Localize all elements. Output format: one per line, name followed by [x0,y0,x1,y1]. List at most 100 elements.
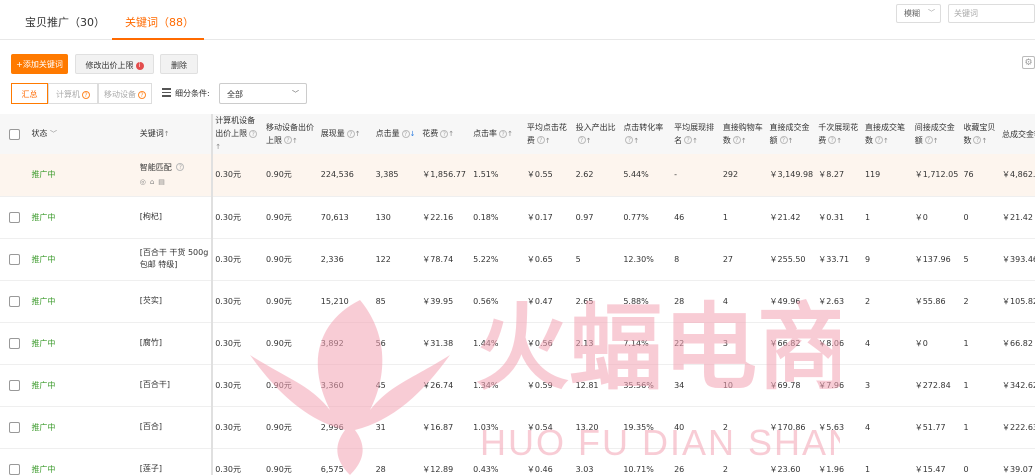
header-avg-rank[interactable]: 平均展现排名? ↑ [672,114,721,154]
indirect-gmv-cell: ￥15.47 [912,448,962,475]
roi-cell: 2.65 [573,280,622,323]
row-checkbox[interactable] [9,295,21,307]
direct-gmv-cell: ￥66.82 [767,322,817,365]
header-total-gmv[interactable]: 总成交金额 [1000,114,1035,154]
tab-bar: 宝贝推广（30） 关键词（88） 模糊 ﹀ 关键词 [0,0,1035,40]
match-mode-select[interactable]: 模糊 ﹀ [896,4,941,23]
clicks-cell: 85 [373,280,421,323]
cvr-cell: 35.56% [621,364,673,407]
header-status[interactable]: 状态 ﹀ [29,114,116,154]
header-pc-bid[interactable]: 计算机设备出价上限 ?↑ [211,114,264,154]
header-cvr[interactable]: 点击转化率? ↑ [621,114,673,154]
mobile-bid-cell: 0.90元 [263,280,319,323]
header-clicks[interactable]: 点击量? ↓ [373,114,421,154]
row-checkbox[interactable] [9,337,21,349]
direct-gmv-cell: ￥255.50 [767,238,817,281]
direct-orders-cell: 2 [862,280,913,323]
tab-item-promotion[interactable]: 宝贝推广（30） [25,14,105,30]
table-row[interactable]: 推广中 [腐竹] 0.30元 0.90元 3,892 56 ￥31.38 1.4… [0,322,1035,365]
total-gmv-cell: ￥393.46 [1000,238,1035,281]
table-row[interactable]: 推广中 [百合] 0.30元 0.90元 2,996 31 ￥16.87 1.0… [0,406,1035,449]
table-row[interactable]: 推广中 [百合干 干货 500g包邮 特级] 0.30元 0.90元 2,336… [0,238,1035,281]
row-checkbox[interactable] [9,421,21,433]
cost-cell: ￥31.38 [420,322,472,365]
keyword-cell: [芡实] [115,280,213,323]
keyword-action-icons[interactable]: ◎⌂▤ [140,176,209,188]
ctr-cell: 1.34% [471,364,525,407]
header-cost[interactable]: 花费? ↑ [420,114,472,154]
direct-orders-cell: 1 [862,196,913,239]
header-clicks-label: 点击量 [375,129,400,138]
table-row[interactable]: 推广中 [枸杞] 0.30元 0.90元 70,613 130 ￥22.16 0… [0,196,1035,239]
direct-orders-cell: 3 [862,364,913,407]
ctr-cell: 1.51% [471,154,525,197]
cpm-cell: ￥0.31 [816,196,863,239]
keyword-search-input[interactable]: 关键词 [948,4,1035,23]
match-mode-value: 模糊 [904,9,920,18]
cost-cell: ￥16.87 [420,406,472,449]
impressions-cell: 70,613 [318,196,374,239]
segment-computer[interactable]: 计算机? [48,83,98,104]
header-ctr-label: 点击率 [473,129,498,138]
header-ctr[interactable]: 点击率? ↑ [471,114,525,154]
header-direct-gmv[interactable]: 直接成交金额? ↑ [767,114,817,154]
sort-icon: ↑ [507,130,513,138]
status-cell: 推广中 [29,154,116,197]
favorites-cell: 2 [961,280,1001,323]
table-row[interactable]: 推广中 智能匹配 ? ◎⌂▤ 0.30元 0.90元 224,536 3,385 … [0,154,1035,197]
row-checkbox[interactable] [9,379,21,391]
help-icon: ? [684,136,693,144]
header-indirect-gmv[interactable]: 间接成交金额? ↑ [912,114,962,154]
indirect-gmv-cell: ￥137.96 [912,238,962,281]
row-checkbox[interactable] [9,463,21,475]
keyword-cell: 智能匹配 ? ◎⌂▤ [115,154,213,197]
header-roi[interactable]: 投入产出比? ↑ [573,114,622,154]
segment-mobile[interactable]: 移动设备? [98,83,152,104]
settings-gear-icon[interactable]: ⚙ [1022,56,1035,69]
select-all-checkbox[interactable] [9,128,21,140]
cpc-cell: ￥0.56 [524,322,574,365]
sort-icon: ↑ [544,136,551,145]
table-header-row: 状态 ﹀ 关键词↑ 计算机设备出价上限 ?↑ 移动设备出价上限? ↑ 展现量? ↑ 点… [0,114,1035,154]
pc-bid-cell: 0.30元 [211,406,264,449]
table-row[interactable]: 推广中 [莲子] 0.30元 0.90元 6,575 28 ￥12.89 0.4… [0,448,1035,475]
table-row[interactable]: 推广中 [芡实] 0.30元 0.90元 15,210 85 ￥39.95 0.… [0,280,1035,323]
add-keyword-button[interactable]: +添加关键词 [11,54,68,74]
segment-summary[interactable]: 汇总 [11,83,48,104]
ctr-cell: 0.43% [471,448,525,475]
delete-button[interactable]: 删除 [160,54,198,74]
cart-cell: 1 [720,196,768,239]
avg-rank-cell: 46 [672,196,721,239]
avg-rank-cell: 26 [672,448,721,475]
cart-cell: 3 [720,322,768,365]
header-cpm[interactable]: 千次展现花费? ↑ [816,114,863,154]
help-icon: ? [346,129,355,138]
cost-cell: ￥22.16 [420,196,472,239]
table-row[interactable]: 推广中 [百合干] 0.30元 0.90元 3,360 45 ￥26.74 1.… [0,364,1035,407]
header-keyword[interactable]: 关键词↑ [115,114,213,154]
header-impressions[interactable]: 展现量? ↑ [318,114,374,154]
total-gmv-cell: ￥66.82 [1000,322,1035,365]
direct-gmv-cell: ￥23.60 [767,448,817,475]
info-badge-icon: i [135,61,144,70]
row-checkbox[interactable] [9,253,21,265]
row-checkbox-cell [0,364,30,407]
mobile-bid-cell: 0.90元 [263,448,319,475]
cvr-cell: 5.88% [621,280,673,323]
cvr-cell: 5.44% [621,154,673,197]
status-cell: 推广中 [29,448,116,475]
header-mobile-bid[interactable]: 移动设备出价上限? ↑ [263,114,319,154]
favorites-cell: 0 [961,196,1001,239]
header-direct-orders[interactable]: 直接成交笔数? ↑ [862,114,913,154]
ctr-cell: 1.44% [471,322,525,365]
header-cart[interactable]: 直接购物车数? ↑ [720,114,768,154]
modify-bid-cap-button[interactable]: 修改出价上限 i [75,54,154,74]
tab-keywords[interactable]: 关键词（88） [125,14,194,30]
cpm-cell: ￥8.06 [816,322,863,365]
direct-gmv-cell: ￥49.96 [767,280,817,323]
row-checkbox[interactable] [9,211,21,223]
header-cpc[interactable]: 平均点击花费? ↑ [524,114,574,154]
header-favorites[interactable]: 收藏宝贝数? ↑ [961,114,1001,154]
mobile-bid-cell: 0.90元 [263,238,319,281]
filter-select[interactable]: 全部 ﹀ [219,83,307,104]
